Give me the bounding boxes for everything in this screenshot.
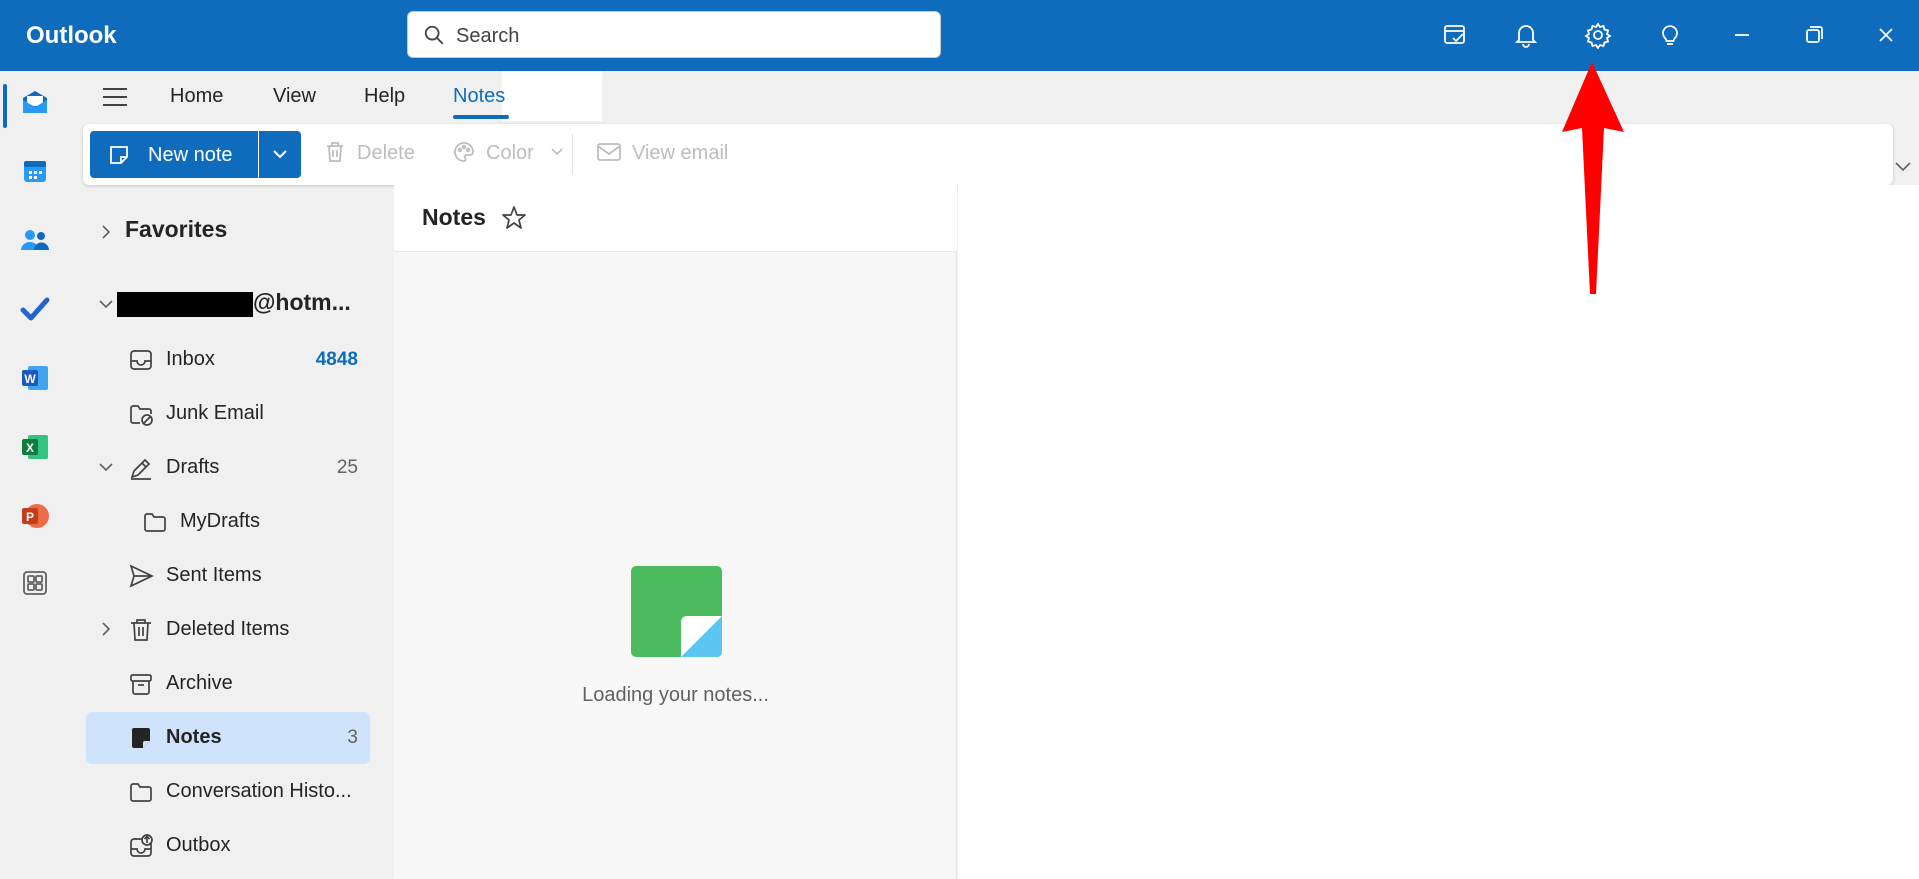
annotation-arrow	[1562, 62, 1624, 294]
star-icon[interactable]	[500, 204, 528, 232]
minimize-icon[interactable]	[1725, 18, 1759, 52]
my-day-icon[interactable]	[1438, 18, 1472, 52]
reading-pane	[958, 185, 1919, 879]
folder-label: Outbox	[166, 834, 231, 856]
chevron-right-icon[interactable]	[98, 224, 114, 240]
tab-active-background	[502, 71, 602, 121]
chevron-down-icon[interactable]	[98, 296, 114, 312]
new-note-icon	[110, 146, 128, 164]
folder-label: Junk Email	[166, 402, 264, 424]
folder-label: Deleted Items	[166, 618, 290, 640]
chevron-down-icon	[273, 150, 287, 159]
rail-active-indicator	[3, 84, 7, 128]
ribbon-separator	[572, 134, 573, 175]
new-note-label: New note	[148, 144, 233, 166]
folder-icon	[130, 783, 152, 802]
close-icon[interactable]	[1869, 18, 1903, 52]
chevron-down-icon[interactable]	[98, 459, 114, 475]
folder-label: Inbox	[166, 348, 215, 370]
trash-icon	[327, 142, 343, 162]
powerpoint-icon[interactable]: P	[14, 495, 56, 537]
people-icon[interactable]	[14, 219, 56, 261]
pencil-icon	[130, 458, 151, 480]
color-label: Color	[486, 142, 534, 164]
account-name-redacted	[117, 292, 253, 317]
archive-icon	[130, 674, 152, 695]
delete-label: Delete	[357, 142, 415, 164]
notes-pane-title: Notes	[422, 204, 486, 230]
calendar-icon[interactable]	[14, 150, 56, 192]
account-header[interactable]: @hotm...	[253, 289, 351, 316]
tab-view[interactable]: View	[273, 85, 316, 108]
folder-archive[interactable]: Archive	[86, 658, 370, 710]
folder-deleted-items[interactable]: Deleted Items	[86, 604, 370, 656]
item-count: 25	[336, 457, 358, 478]
folder-outbox[interactable]: Outbox	[86, 820, 370, 872]
palette-icon	[454, 142, 474, 162]
hamburger-menu-icon[interactable]	[101, 86, 129, 108]
folder-notes[interactable]: Notes 3	[86, 712, 370, 764]
todo-icon[interactable]	[14, 288, 56, 330]
tab-active-underline	[453, 115, 509, 119]
folder-drafts[interactable]: Drafts 25	[86, 442, 370, 494]
unread-count: 4848	[315, 349, 358, 370]
folder-label: Conversation Histo...	[166, 780, 352, 802]
search-icon	[424, 25, 444, 45]
folder-label: Sent Items	[166, 564, 262, 586]
trash-icon	[131, 619, 151, 641]
search-box[interactable]: Search	[407, 11, 941, 58]
tab-notes[interactable]: Notes	[453, 85, 505, 108]
excel-icon[interactable]: X	[14, 426, 56, 468]
app-rail: W X P	[0, 71, 71, 879]
word-icon[interactable]: W	[14, 357, 56, 399]
search-input[interactable]: Search	[456, 25, 519, 48]
folder-inbox[interactable]: Inbox 4848	[86, 334, 370, 386]
view-email-label: View email	[632, 142, 729, 164]
folder-label: Archive	[166, 672, 233, 694]
favorites-header[interactable]: Favorites	[125, 216, 227, 243]
folder-junk-email[interactable]: Junk Email	[86, 388, 370, 440]
title-bar: Outlook Search	[0, 0, 1919, 71]
gear-icon[interactable]	[1581, 18, 1615, 52]
folder-conversation-history[interactable]: Conversation Histo...	[86, 766, 370, 818]
restore-icon[interactable]	[1797, 18, 1831, 52]
ribbon-expand-chevron-icon[interactable]	[1894, 160, 1912, 172]
loading-message: Loading your notes...	[582, 684, 769, 706]
tab-help[interactable]: Help	[364, 85, 405, 108]
folder-icon	[144, 513, 166, 532]
folder-mydrafts[interactable]: MyDrafts	[86, 496, 370, 548]
tab-home[interactable]: Home	[170, 85, 223, 108]
new-note-dropdown-button[interactable]	[259, 131, 301, 178]
envelope-icon	[597, 143, 621, 161]
sticky-note-icon	[132, 728, 150, 748]
svg-text:X: X	[26, 441, 34, 455]
sticky-note-illustration	[631, 566, 722, 657]
folder-sent-items[interactable]: Sent Items	[86, 550, 370, 602]
app-title: Outlook	[26, 22, 117, 49]
folder-label: Drafts	[166, 456, 220, 478]
mail-icon[interactable]	[14, 81, 56, 123]
junk-folder-icon	[130, 405, 153, 426]
folder-label: MyDrafts	[180, 510, 260, 532]
chevron-right-icon[interactable]	[98, 621, 114, 637]
svg-text:P: P	[26, 510, 34, 524]
new-note-button[interactable]: New note	[90, 131, 258, 178]
bell-icon[interactable]	[1509, 18, 1543, 52]
ribbon-tabs: Home View Help Notes	[71, 71, 1919, 121]
lightbulb-icon[interactable]	[1653, 18, 1687, 52]
folder-pane: Favorites @hotm... Inbox 4848 Junk Email…	[83, 185, 393, 879]
folder-label: Notes	[166, 726, 222, 748]
send-icon	[129, 564, 154, 588]
item-count: 3	[347, 727, 358, 748]
apps-icon[interactable]	[14, 562, 56, 604]
outbox-icon	[130, 834, 153, 857]
chevron-down-icon	[551, 148, 563, 156]
inbox-icon	[130, 350, 152, 370]
notes-list-header: Notes	[394, 185, 957, 252]
svg-text:W: W	[24, 372, 36, 386]
notes-list-pane: Notes Loading your notes...	[394, 185, 957, 879]
